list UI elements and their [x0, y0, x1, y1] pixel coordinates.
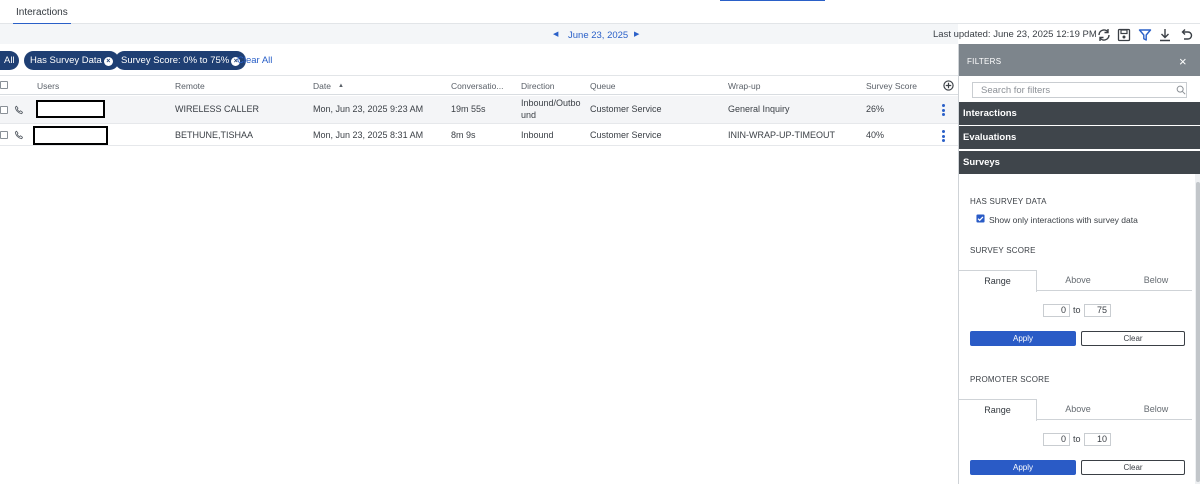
filters-scrollbar[interactable]: [1195, 174, 1200, 484]
survey-score-clear-button[interactable]: Clear: [1081, 331, 1185, 346]
more-options-icon[interactable]: [942, 104, 945, 118]
survey-score-from-input[interactable]: 0: [1043, 304, 1070, 317]
search-icon: [1176, 85, 1186, 95]
tab-below[interactable]: Below: [1117, 399, 1195, 420]
section-surveys[interactable]: Surveys: [959, 151, 1200, 174]
scrollbar-thumb[interactable]: [1196, 182, 1200, 482]
survey-score-to-input[interactable]: 75: [1084, 304, 1111, 317]
wrapup-cell: General Inquiry: [728, 104, 790, 114]
promoter-score-clear-button[interactable]: Clear: [1081, 460, 1185, 475]
column-conversation[interactable]: Conversatio...: [451, 81, 503, 91]
add-column-icon[interactable]: [943, 80, 954, 91]
date-cell: Mon, Jun 23, 2025 8:31 AM: [313, 130, 424, 140]
range-to-label: to: [1073, 305, 1081, 315]
column-date[interactable]: Date: [313, 81, 331, 91]
promoter-score-label: PROMOTER SCORE: [970, 375, 1050, 384]
direction-cell: Inbound/Outbo: [521, 98, 581, 108]
top-accent-line: [720, 0, 825, 1]
redacted-user: [33, 126, 108, 145]
tab-interactions[interactable]: Interactions: [13, 7, 71, 25]
filters-panel: FILTERS × Interactions Evaluations Surve…: [958, 44, 1200, 484]
filter-icon[interactable]: [1137, 27, 1153, 43]
promoter-score-apply-button[interactable]: Apply: [970, 460, 1076, 475]
column-users[interactable]: Users: [37, 81, 59, 91]
phone-icon: [14, 130, 24, 140]
queue-cell: Customer Service: [590, 104, 662, 114]
survey-score-cell: 40%: [866, 130, 885, 140]
remove-pill-icon[interactable]: ×: [103, 57, 113, 66]
remote-cell: WIRELESS CALLER: [175, 104, 260, 114]
duration-cell: 19m 55s: [451, 104, 486, 114]
current-date[interactable]: June 23, 2025: [568, 30, 628, 41]
survey-data-checkbox[interactable]: [976, 214, 985, 223]
more-options-icon[interactable]: [942, 130, 945, 144]
redacted-user: [36, 100, 105, 118]
date-bar: ◀ June 23, 2025 ▶: [0, 24, 958, 44]
column-wrapup[interactable]: Wrap-up: [728, 81, 760, 91]
survey-score-pill[interactable]: Survey Score: 0% to 75% ×: [115, 51, 247, 70]
table-row[interactable]: BETHUNE,TISHAA Mon, Jun 23, 2025 8:31 AM…: [0, 124, 958, 146]
queue-cell: Customer Service: [590, 130, 662, 140]
range-to-label: to: [1073, 434, 1081, 444]
survey-score-cell: 26%: [866, 104, 885, 114]
tab-above[interactable]: Above: [1039, 399, 1117, 420]
tab-range[interactable]: Range: [959, 270, 1037, 292]
refresh-icon[interactable]: [1096, 27, 1112, 43]
duration-cell: 8m 9s: [451, 130, 476, 140]
filters-panel-header: FILTERS ×: [959, 44, 1200, 76]
section-interactions[interactable]: Interactions: [959, 102, 1200, 125]
filter-search-input[interactable]: [972, 82, 1187, 98]
wrapup-cell: ININ-WRAP-UP-TIMEOUT: [728, 130, 835, 140]
tab-below[interactable]: Below: [1117, 270, 1195, 291]
has-survey-data-label: HAS SURVEY DATA: [970, 197, 1047, 206]
table-row[interactable]: WIRELESS CALLER Mon, Jun 23, 2025 9:23 A…: [0, 96, 958, 124]
filters-title: FILTERS: [967, 57, 1002, 66]
has-survey-data-pill[interactable]: Has Survey Data ×: [24, 51, 119, 70]
phone-icon: [14, 105, 24, 115]
column-remote[interactable]: Remote: [175, 81, 205, 91]
promoter-score-to-input[interactable]: 10: [1084, 433, 1111, 446]
promoter-score-tabs: Range Above Below: [959, 399, 1195, 421]
select-all-checkbox[interactable]: [0, 81, 8, 89]
row-checkbox[interactable]: [0, 131, 8, 139]
clear-all-link[interactable]: Clear All: [237, 55, 272, 66]
survey-score-apply-button[interactable]: Apply: [970, 331, 1076, 346]
pill-label: Survey Score: 0% to 75%: [121, 55, 230, 66]
all-pill[interactable]: All: [0, 51, 19, 70]
next-date-icon[interactable]: ▶: [634, 30, 639, 38]
direction-cell: Inbound: [521, 130, 554, 140]
tab-bar: Interactions: [0, 0, 1200, 25]
direction-cell-wrap: und: [521, 110, 537, 120]
save-icon[interactable]: [1116, 27, 1132, 43]
tab-above[interactable]: Above: [1039, 270, 1117, 291]
column-queue[interactable]: Queue: [590, 81, 616, 91]
row-checkbox[interactable]: [0, 106, 8, 114]
section-evaluations[interactable]: Evaluations: [959, 126, 1200, 149]
previous-date-icon[interactable]: ◀: [553, 30, 558, 38]
tab-range[interactable]: Range: [959, 399, 1037, 421]
last-updated-text: Last updated: June 23, 2025 12:19 PM: [933, 29, 1097, 40]
download-icon[interactable]: [1157, 27, 1173, 43]
pill-label: Has Survey Data: [30, 55, 102, 66]
sort-ascending-icon[interactable]: ▲: [338, 83, 344, 89]
close-icon[interactable]: ×: [1179, 54, 1187, 69]
survey-data-checkbox-label[interactable]: Show only interactions with survey data: [989, 215, 1138, 225]
undo-icon[interactable]: [1178, 27, 1194, 43]
table-header: Users Remote Date ▲ Conversatio... Direc…: [0, 75, 958, 95]
remote-cell: BETHUNE,TISHAA: [175, 130, 254, 140]
column-survey-score[interactable]: Survey Score: [866, 81, 917, 91]
survey-score-label: SURVEY SCORE: [970, 246, 1036, 255]
survey-score-tabs: Range Above Below: [959, 270, 1195, 292]
date-cell: Mon, Jun 23, 2025 9:23 AM: [313, 104, 424, 114]
promoter-score-from-input[interactable]: 0: [1043, 433, 1070, 446]
column-direction[interactable]: Direction: [521, 81, 555, 91]
